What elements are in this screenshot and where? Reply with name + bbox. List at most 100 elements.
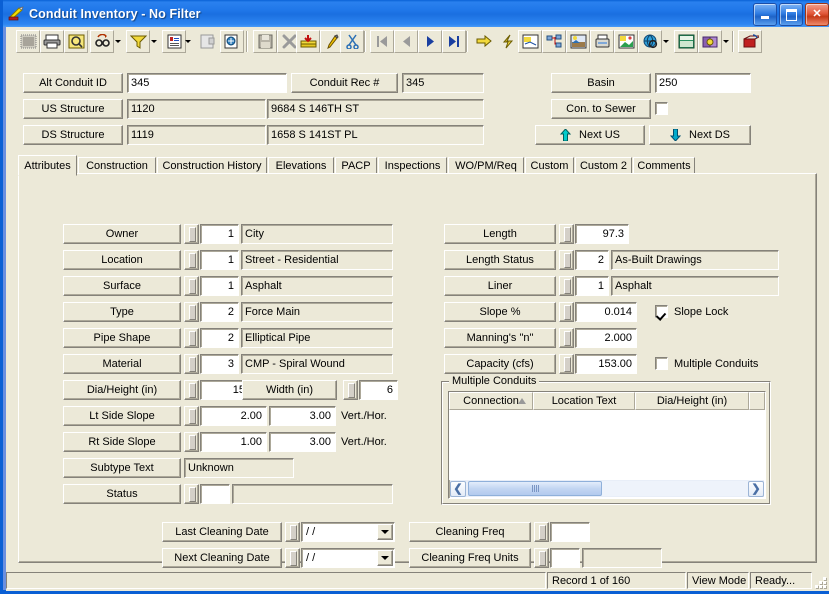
- add-record-button[interactable]: [296, 30, 320, 53]
- liner-label[interactable]: Liner: [444, 276, 556, 296]
- next-us-button[interactable]: Next US: [535, 125, 645, 145]
- grid-col-location-text[interactable]: Location Text: [533, 392, 635, 410]
- next-cleaning-date-dropdown-button[interactable]: [377, 550, 393, 566]
- type-code[interactable]: 2: [200, 302, 239, 322]
- scroll-left-button[interactable]: ❮: [450, 480, 466, 497]
- basin-label[interactable]: Basin: [551, 73, 651, 93]
- surface-label[interactable]: Surface: [63, 276, 181, 296]
- tab-elevations[interactable]: Elevations: [268, 157, 334, 174]
- report-dropdown-arrow[interactable]: [182, 30, 193, 53]
- length-status-label[interactable]: Length Status: [444, 250, 556, 270]
- grid-col-dia-height[interactable]: Dia/Height (in): [635, 392, 749, 410]
- previous-record-button[interactable]: [394, 30, 418, 53]
- dia-height-spinner[interactable]: [184, 380, 199, 400]
- us-structure-label[interactable]: US Structure: [23, 99, 123, 119]
- alt-conduit-id-label[interactable]: Alt Conduit ID: [23, 73, 123, 93]
- maximize-button[interactable]: [779, 3, 803, 26]
- find-dropdown-arrow[interactable]: [112, 30, 123, 53]
- tab-attributes[interactable]: Attributes: [18, 155, 77, 176]
- cleaning-freq-units-label[interactable]: Cleaning Freq Units: [409, 548, 531, 568]
- tab-pacp[interactable]: PACP: [335, 157, 377, 174]
- material-spinner[interactable]: [184, 354, 199, 374]
- globe-search-button[interactable]: [638, 30, 662, 53]
- grid-view-button[interactable]: [16, 30, 40, 53]
- ds-structure-label[interactable]: DS Structure: [23, 125, 123, 145]
- subtype-text-label[interactable]: Subtype Text: [63, 458, 181, 478]
- grid-col-extra[interactable]: [749, 392, 765, 410]
- pipe-shape-code[interactable]: 2: [200, 328, 239, 348]
- map-button[interactable]: [518, 30, 542, 53]
- print-preview-button[interactable]: [64, 30, 88, 53]
- length-status-spinner[interactable]: [559, 250, 574, 270]
- cut-button[interactable]: [340, 30, 364, 53]
- grid-horizontal-scrollbar[interactable]: ❮ ❯: [450, 480, 764, 497]
- surface-spinner[interactable]: [184, 276, 199, 296]
- lt-side-slope-hor[interactable]: 3.00: [269, 406, 336, 426]
- basin-input[interactable]: 250: [655, 73, 751, 93]
- globe-dropdown-arrow[interactable]: [660, 30, 671, 53]
- next-cleaning-date-label[interactable]: Next Cleaning Date: [162, 548, 282, 568]
- book-button[interactable]: [698, 30, 722, 53]
- properties-button[interactable]: [196, 30, 220, 53]
- first-record-button[interactable]: [370, 30, 394, 53]
- resize-gripper[interactable]: [813, 575, 827, 589]
- lightning-button[interactable]: [496, 30, 520, 53]
- lt-side-slope-label[interactable]: Lt Side Slope: [63, 406, 181, 426]
- last-cleaning-date-combo[interactable]: / /: [301, 522, 395, 542]
- calculator-button[interactable]: [674, 30, 698, 53]
- cleaning-freq-spinner[interactable]: [534, 522, 549, 542]
- length-spinner[interactable]: [559, 224, 574, 244]
- surface-code[interactable]: 1: [200, 276, 239, 296]
- scroll-right-button[interactable]: ❯: [748, 480, 764, 497]
- minimize-button[interactable]: [753, 3, 777, 26]
- owner-spinner[interactable]: [184, 224, 199, 244]
- multiple-conduits-grid[interactable]: Connection Location Text Dia/Height (in)…: [448, 391, 766, 499]
- cleaning-freq-units-spinner[interactable]: [534, 548, 549, 568]
- exit-button[interactable]: [738, 30, 762, 53]
- tab-inspections[interactable]: Inspections: [378, 157, 447, 174]
- capacity-input[interactable]: 153.00: [575, 354, 637, 374]
- length-status-code[interactable]: 2: [575, 250, 609, 270]
- location-spinner[interactable]: [184, 250, 199, 270]
- scroll-thumb[interactable]: [468, 481, 602, 496]
- scroll-track[interactable]: [602, 481, 748, 496]
- last-cleaning-date-spinner[interactable]: [285, 522, 300, 542]
- con-to-sewer-label[interactable]: Con. to Sewer: [551, 99, 651, 119]
- rt-side-slope-hor[interactable]: 3.00: [269, 432, 336, 452]
- width-label[interactable]: Width (in): [242, 380, 337, 400]
- owner-label[interactable]: Owner: [63, 224, 181, 244]
- slope-percent-spinner[interactable]: [559, 302, 574, 322]
- location-label[interactable]: Location: [63, 250, 181, 270]
- length-label[interactable]: Length: [444, 224, 556, 244]
- length-input[interactable]: 97.3: [575, 224, 629, 244]
- status-label[interactable]: Status: [63, 484, 181, 504]
- cleaning-freq-label[interactable]: Cleaning Freq: [409, 522, 531, 542]
- last-record-button[interactable]: [442, 30, 466, 53]
- close-button[interactable]: ✕: [805, 3, 829, 26]
- multiple-conduits-checkbox[interactable]: [655, 357, 668, 370]
- location-code[interactable]: 1: [200, 250, 239, 270]
- last-cleaning-date-label[interactable]: Last Cleaning Date: [162, 522, 282, 542]
- title-bar[interactable]: Conduit Inventory - No Filter ✕: [3, 0, 829, 27]
- conduit-rec-label[interactable]: Conduit Rec #: [291, 73, 398, 93]
- next-record-button[interactable]: [418, 30, 442, 53]
- tab-construction-history[interactable]: Construction History: [157, 157, 267, 174]
- pipe-shape-spinner[interactable]: [184, 328, 199, 348]
- rt-side-slope-spinner[interactable]: [184, 432, 199, 452]
- grid-body[interactable]: [449, 410, 765, 480]
- next-ds-button[interactable]: Next DS: [649, 125, 751, 145]
- mannings-n-spinner[interactable]: [559, 328, 574, 348]
- type-spinner[interactable]: [184, 302, 199, 322]
- slope-percent-label[interactable]: Slope %: [444, 302, 556, 322]
- tab-custom-2[interactable]: Custom 2: [575, 157, 632, 174]
- liner-spinner[interactable]: [559, 276, 574, 296]
- lt-side-slope-spinner[interactable]: [184, 406, 199, 426]
- next-cleaning-date-combo[interactable]: / /: [301, 548, 395, 568]
- rt-side-slope-label[interactable]: Rt Side Slope: [63, 432, 181, 452]
- capacity-spinner[interactable]: [559, 354, 574, 374]
- con-to-sewer-checkbox[interactable]: [655, 102, 668, 115]
- capacity-label[interactable]: Capacity (cfs): [444, 354, 556, 374]
- lt-side-slope-vert[interactable]: 2.00: [200, 406, 267, 426]
- rt-side-slope-vert[interactable]: 1.00: [200, 432, 267, 452]
- grid-col-connection[interactable]: Connection: [449, 392, 533, 410]
